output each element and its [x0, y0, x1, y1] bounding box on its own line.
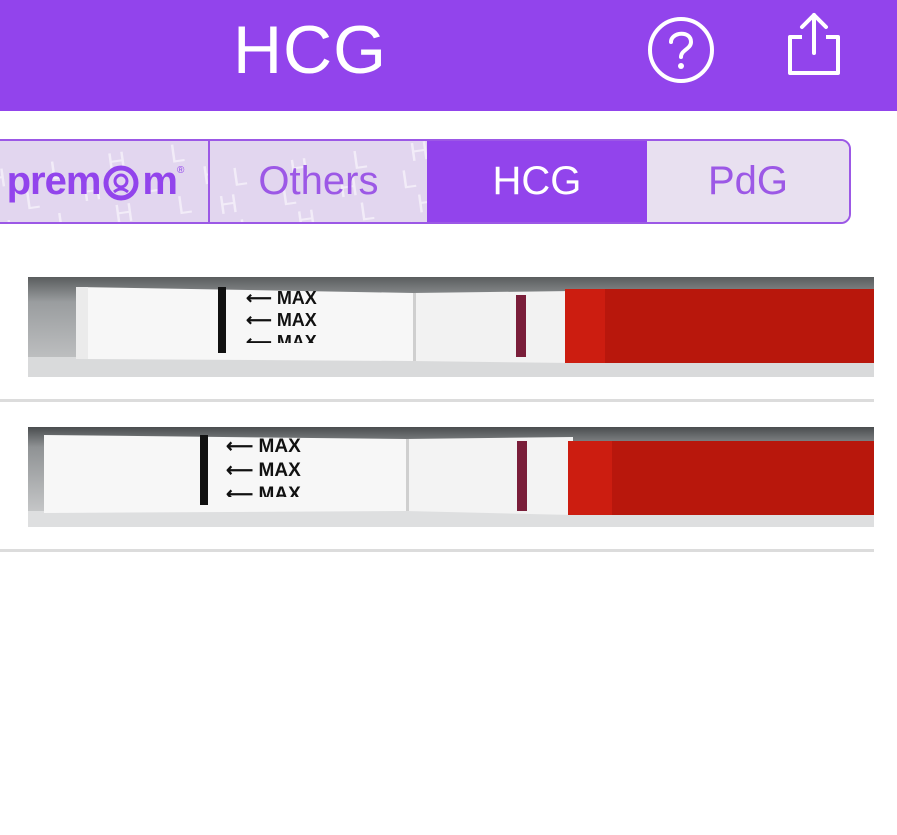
help-button[interactable]: [647, 16, 715, 84]
segment-premom[interactable]: H L H L H L L H L H L H L H L H L L H L …: [0, 141, 210, 222]
segment-label: Others: [258, 159, 379, 203]
question-circle-icon: [648, 17, 714, 83]
row-divider: [0, 549, 874, 552]
max-label-row: ⟵ MAX: [246, 310, 317, 330]
page-title: HCG: [232, 12, 388, 88]
test-strip-image: [28, 427, 874, 527]
max-label: MAX: [258, 484, 301, 497]
max-label: MAX: [276, 332, 317, 343]
brand-text: prem: [6, 159, 102, 203]
segment-others[interactable]: L H L H L H L H L H L H L H L H L H L H …: [209, 141, 427, 222]
share-icon: [788, 13, 840, 75]
test-strip-image: [28, 277, 874, 377]
max-arrow-labels: ⟵ MAX ⟵ MAX ⟵ MAX: [226, 435, 301, 497]
max-label: MAX: [276, 288, 317, 308]
test-type-segmented-control: H L H L H L L H L H L H L H L H L L H L …: [0, 139, 851, 224]
max-label-row: ⟵ MAX: [246, 331, 317, 343]
premom-logo: prem m ®: [6, 159, 185, 204]
test-strip-photo[interactable]: ⟵ MAX ⟵ MAX ⟵ MAX: [28, 427, 874, 527]
premom-baby-logo-icon: [103, 165, 139, 200]
max-label: MAX: [258, 460, 301, 481]
max-arrow-labels: ⟵ MAX ⟵ MAX ⟵ MAX: [246, 287, 317, 343]
segment-label: PdG: [707, 159, 788, 203]
segment-hcg[interactable]: HCG: [426, 141, 647, 222]
max-label-row: ⟵ MAX: [226, 483, 301, 497]
row-divider: [0, 399, 874, 402]
max-label: MAX: [258, 436, 301, 457]
max-label-row: ⟵ MAX: [226, 460, 301, 481]
brand-text-suffix: m: [142, 159, 178, 203]
max-label: MAX: [276, 310, 317, 330]
max-label-row: ⟵ MAX: [226, 436, 301, 457]
max-label-row: ⟵ MAX: [246, 288, 317, 308]
share-button[interactable]: [780, 10, 848, 78]
segment-label: HCG: [492, 159, 582, 203]
segment-pdg[interactable]: PdG: [646, 141, 849, 222]
nav-header: HCG: [0, 0, 897, 111]
registered-mark: ®: [176, 165, 184, 176]
test-strip-photo[interactable]: ⟵ MAX ⟵ MAX ⟵ MAX: [28, 277, 874, 377]
